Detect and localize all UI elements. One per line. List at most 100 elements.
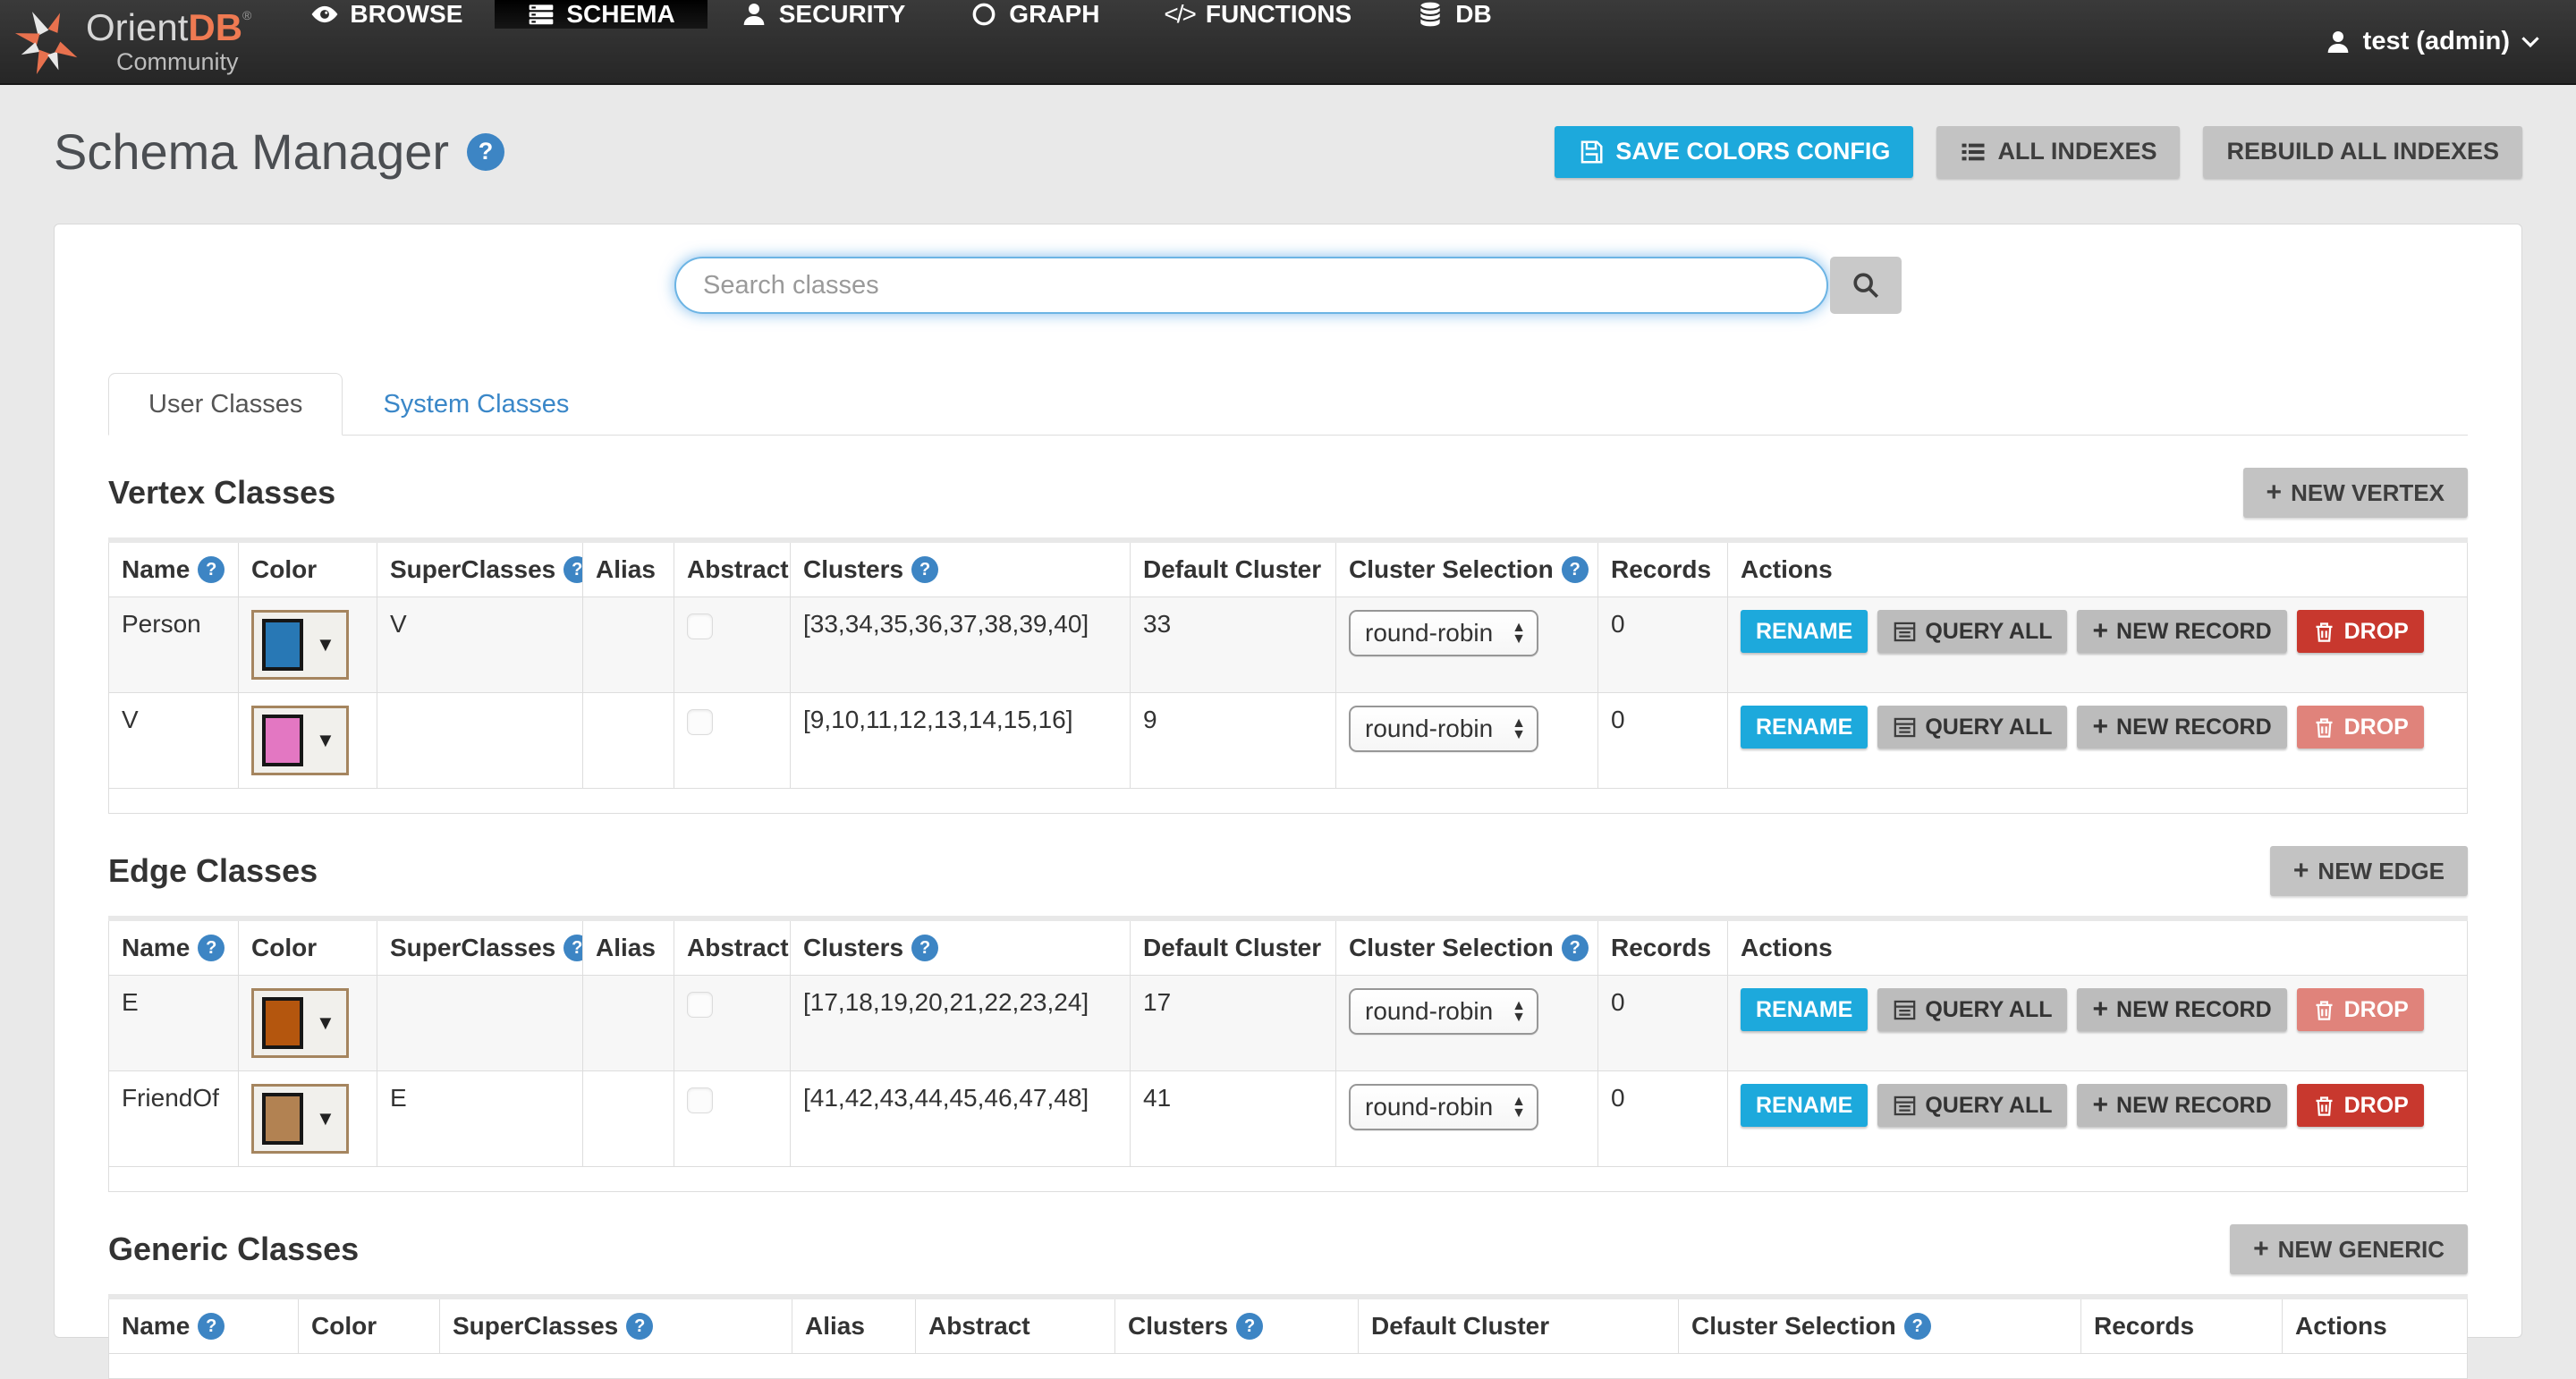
help-icon[interactable]: ?	[1562, 935, 1589, 961]
new-record-button[interactable]: +NEW RECORD	[2077, 706, 2286, 749]
rename-button[interactable]: RENAME	[1741, 988, 1868, 1031]
cluster-selection-select[interactable]: round-robin▲▼	[1349, 610, 1538, 656]
drop-button[interactable]: DROP	[2297, 988, 2424, 1031]
generic-classes-table: Name? Color SuperClasses? Alias Abstract…	[108, 1294, 2468, 1379]
rename-button[interactable]: RENAME	[1741, 1084, 1868, 1127]
alias-cell[interactable]	[583, 976, 674, 1071]
edge-classes-table: Name? Color SuperClasses? Alias Abstract…	[108, 916, 2468, 1192]
clusters-value[interactable]: [17,18,19,20,21,22,23,24]	[803, 988, 1089, 1016]
clusters-value[interactable]: [41,42,43,44,45,46,47,48]	[803, 1084, 1089, 1112]
class-name[interactable]: FriendOf	[122, 1084, 219, 1112]
class-name[interactable]: V	[122, 706, 139, 733]
caret-down-icon: ▼	[316, 1013, 335, 1033]
color-picker[interactable]: ▼	[251, 1084, 349, 1154]
new-generic-button[interactable]: + NEW GENERIC	[2230, 1224, 2468, 1274]
help-icon[interactable]: ?	[626, 1313, 653, 1340]
color-picker[interactable]: ▼	[251, 706, 349, 775]
help-icon[interactable]: ?	[198, 556, 225, 583]
help-icon[interactable]: ?	[564, 556, 582, 583]
brand-subtitle: Community	[116, 50, 251, 74]
help-icon[interactable]: ?	[198, 935, 225, 961]
help-icon[interactable]: ?	[1904, 1313, 1931, 1340]
help-icon[interactable]: ?	[467, 133, 504, 171]
clusters-value[interactable]: [33,34,35,36,37,38,39,40]	[803, 610, 1089, 638]
nav-item-schema[interactable]: SCHEMA	[495, 0, 707, 29]
plus-icon: +	[2092, 996, 2108, 1023]
color-picker[interactable]: ▼	[251, 610, 349, 680]
color-picker[interactable]: ▼	[251, 988, 349, 1058]
eye-icon	[310, 0, 339, 29]
cluster-selection-select[interactable]: round-robin▲▼	[1349, 988, 1538, 1035]
drop-button[interactable]: DROP	[2297, 1084, 2424, 1127]
rebuild-all-indexes-button[interactable]: REBUILD ALL INDEXES	[2203, 126, 2522, 178]
tab-user-classes[interactable]: User Classes	[108, 373, 343, 436]
nav-item-graph[interactable]: GRAPH	[937, 0, 1131, 29]
nav-item-db[interactable]: DB	[1384, 0, 1523, 29]
records-value: 0	[1611, 706, 1625, 733]
orientdb-star-icon	[13, 6, 84, 78]
query-all-button[interactable]: QUERY ALL	[1877, 1084, 2067, 1127]
table-row: Person ▼ V [33,34,35,36,37,38,39,40] 33 …	[109, 597, 2468, 693]
user-label: test (admin)	[2363, 27, 2510, 56]
cluster-selection-select[interactable]: round-robin▲▼	[1349, 1084, 1538, 1130]
query-all-button[interactable]: QUERY ALL	[1877, 610, 2067, 653]
user-menu[interactable]: test (admin)	[2288, 0, 2576, 83]
new-record-button[interactable]: +NEW RECORD	[2077, 988, 2286, 1031]
cluster-selection-select[interactable]: round-robin▲▼	[1349, 706, 1538, 752]
superclasses-value[interactable]: E	[390, 1084, 407, 1112]
new-record-button[interactable]: +NEW RECORD	[2077, 1084, 2286, 1127]
default-cluster-value: 17	[1143, 988, 1171, 1016]
search-button[interactable]	[1830, 257, 1902, 314]
rename-button[interactable]: RENAME	[1741, 706, 1868, 749]
user-icon	[740, 0, 768, 29]
table-row: V ▼ [9,10,11,12,13,14,15,16] 9 round-rob…	[109, 693, 2468, 789]
query-all-button[interactable]: QUERY ALL	[1877, 706, 2067, 749]
superclasses-value[interactable]: V	[390, 610, 407, 638]
search-icon	[1851, 270, 1881, 300]
orientdb-logo[interactable]: OrientDB® Community	[0, 0, 278, 83]
all-indexes-button[interactable]: ALL INDEXES	[1936, 126, 2180, 178]
new-vertex-button[interactable]: + NEW VERTEX	[2243, 468, 2468, 518]
rename-button[interactable]: RENAME	[1741, 610, 1868, 653]
help-icon[interactable]: ?	[1236, 1313, 1263, 1340]
alias-cell[interactable]	[583, 1071, 674, 1167]
trash-icon	[2312, 998, 2336, 1022]
help-icon[interactable]: ?	[564, 935, 582, 961]
select-arrows-icon: ▲▼	[1512, 1000, 1526, 1023]
drop-button[interactable]: DROP	[2297, 610, 2424, 653]
nav-item-functions[interactable]: </> FUNCTIONS	[1131, 0, 1384, 29]
help-icon[interactable]: ?	[911, 556, 938, 583]
page-title: Schema Manager ?	[54, 123, 504, 181]
tab-system-classes[interactable]: System Classes	[343, 373, 609, 436]
nav-item-browse[interactable]: BROWSE	[278, 0, 495, 29]
generic-classes-section: Generic Classes + NEW GENERIC Name? Colo…	[108, 1224, 2468, 1379]
help-icon[interactable]: ?	[911, 935, 938, 961]
abstract-checkbox[interactable]	[687, 613, 713, 639]
select-arrows-icon: ▲▼	[1512, 622, 1526, 645]
class-name[interactable]: Person	[122, 610, 201, 638]
save-colors-config-button[interactable]: SAVE COLORS CONFIG	[1555, 126, 1913, 178]
database-icon	[1416, 0, 1445, 29]
search-bar	[674, 257, 1902, 314]
new-edge-button[interactable]: + NEW EDGE	[2270, 846, 2468, 896]
search-input[interactable]	[674, 257, 1828, 314]
default-cluster-value: 33	[1143, 610, 1171, 638]
class-name[interactable]: E	[122, 988, 139, 1016]
records-value: 0	[1611, 1084, 1625, 1112]
save-icon	[1578, 139, 1605, 165]
query-all-button[interactable]: QUERY ALL	[1877, 988, 2067, 1031]
alias-cell[interactable]	[583, 597, 674, 693]
empty-row	[109, 1167, 2468, 1192]
plus-icon: +	[2092, 714, 2108, 740]
abstract-checkbox[interactable]	[687, 709, 713, 735]
help-icon[interactable]: ?	[198, 1313, 225, 1340]
help-icon[interactable]: ?	[1562, 556, 1589, 583]
nav-item-security[interactable]: SECURITY	[708, 0, 938, 29]
drop-button[interactable]: DROP	[2297, 706, 2424, 749]
new-record-button[interactable]: +NEW RECORD	[2077, 610, 2286, 653]
abstract-checkbox[interactable]	[687, 1087, 713, 1113]
alias-cell[interactable]	[583, 693, 674, 789]
abstract-checkbox[interactable]	[687, 992, 713, 1018]
table-icon	[1893, 620, 1917, 644]
clusters-value[interactable]: [9,10,11,12,13,14,15,16]	[803, 706, 1073, 733]
